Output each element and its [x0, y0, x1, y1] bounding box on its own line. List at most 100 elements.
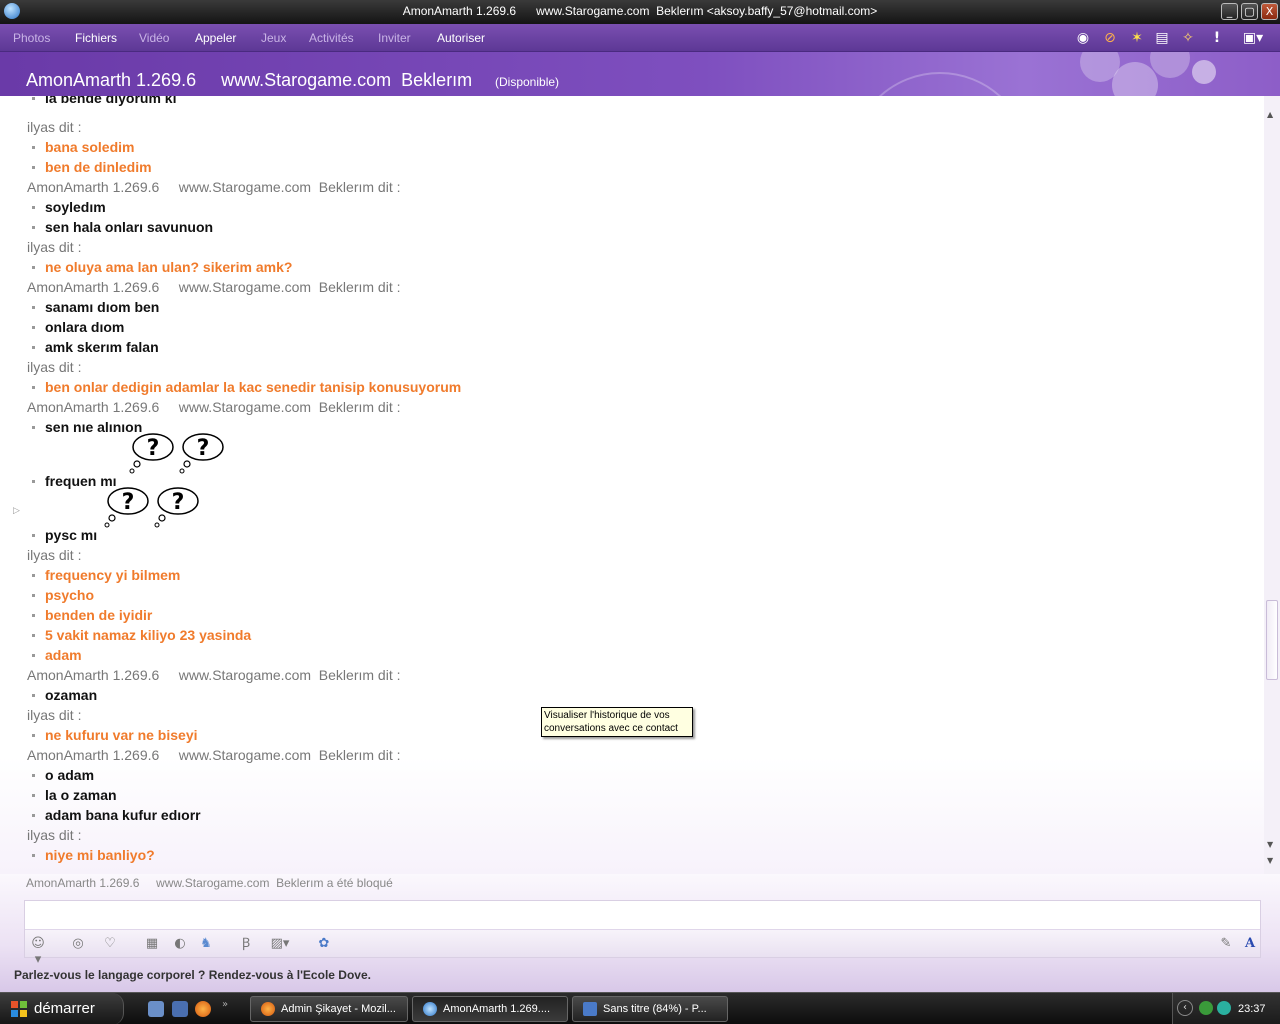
- message-line: la bende dıyorum kı: [32, 96, 176, 110]
- emoticon-icon[interactable]: ☺▾: [29, 936, 47, 967]
- sender-line: ilyas dit :: [27, 119, 81, 139]
- document-icon[interactable]: ▤: [1153, 29, 1171, 47]
- show-desktop-icon[interactable]: [148, 1001, 164, 1017]
- pen-icon[interactable]: ✎: [1217, 936, 1235, 952]
- messenger-tray-icon[interactable]: [1199, 1001, 1213, 1015]
- expand-arrow-icon[interactable]: ▷: [13, 506, 20, 516]
- scroll-down-icon[interactable]: ▼: [1267, 840, 1273, 849]
- menu-jeux[interactable]: Jeux: [261, 31, 286, 45]
- menu-appeler[interactable]: Appeler: [195, 31, 236, 45]
- message-line: ne kufuru var ne biseyi: [32, 727, 198, 747]
- tray-expand-icon[interactable]: ‹: [1177, 1000, 1193, 1016]
- menu-activites[interactable]: Activités: [309, 31, 354, 45]
- message-line: ne oluya ama lan ulan? sikerim amk?: [32, 259, 293, 279]
- sender-line: AmonAmarth 1.269.6 www.Starogame.com Bek…: [27, 747, 400, 767]
- handwriting-icon[interactable]: ▨▾: [265, 936, 295, 952]
- message-line: sanamı dıom ben: [32, 299, 160, 319]
- firefox-icon[interactable]: [195, 1001, 211, 1017]
- title-bar[interactable]: AmonAmarth 1.269.6 www.Starogame.com Bek…: [0, 0, 1280, 24]
- chat-history[interactable]: la bende dıyorum kı ilyas dit : bana soled…: [0, 96, 1264, 874]
- font-icon[interactable]: Ꞵ: [237, 936, 255, 952]
- message-text: ilyas dit :: [27, 827, 82, 843]
- message-text: soyledım: [45, 199, 106, 215]
- message-text: o adam: [45, 767, 95, 783]
- message-line: ben onlar dedigin adamlar la kac senedir…: [32, 379, 461, 399]
- history-icon[interactable]: ✿: [315, 936, 333, 952]
- sender-line: AmonAmarth 1.269.6 www.Starogame.com Bek…: [27, 399, 400, 419]
- bullet-icon: [32, 206, 35, 209]
- sender-line: AmonAmarth 1.269.6 www.Starogame.com Bek…: [27, 179, 400, 199]
- sender-line: ilyas dit :: [27, 827, 81, 847]
- message-text: adam bana kufur edıorr: [45, 807, 201, 823]
- wink-icon[interactable]: ♡: [101, 936, 119, 952]
- scroll-thumb[interactable]: [1266, 600, 1278, 680]
- bullet-icon: [32, 814, 35, 817]
- explorer-icon[interactable]: [172, 1001, 188, 1017]
- message-text: ilyas dit :: [27, 359, 82, 375]
- scroll-up-icon[interactable]: ▲: [1267, 110, 1273, 119]
- taskbar-button-firefox[interactable]: Admin Şikayet - Mozil...: [250, 996, 408, 1022]
- webcam-icon[interactable]: ◉: [1074, 29, 1092, 47]
- input-toolbar: ☺▾ ◎ ♡ ▦ ◐ ♞ Ꞵ ▨▾ ✿ ✎ A: [25, 929, 1260, 967]
- nudge-icon[interactable]: ✧: [1179, 29, 1197, 47]
- thinking-emoticon-icon: ?: [179, 431, 225, 477]
- voice-clip-icon[interactable]: ◎: [69, 936, 87, 952]
- wink-icon[interactable]: ✶: [1128, 29, 1146, 47]
- message-text: AmonAmarth 1.269.6 www.Starogame.com Bek…: [27, 279, 401, 295]
- taskbar-button-messenger[interactable]: AmonAmarth 1.269....: [412, 996, 568, 1022]
- start-button[interactable]: démarrer: [0, 993, 124, 1024]
- minimize-button[interactable]: _: [1221, 3, 1238, 20]
- sender-line: AmonAmarth 1.269.6 www.Starogame.com Bek…: [27, 279, 400, 299]
- message-text: sanamı dıom ben: [45, 299, 160, 315]
- menu-photos[interactable]: Photos: [13, 31, 50, 45]
- sender-line: ilyas dit :: [27, 239, 81, 259]
- taskbar-button-label: AmonAmarth 1.269....: [443, 1003, 550, 1015]
- bullet-icon: [32, 426, 35, 429]
- network-tray-icon[interactable]: [1217, 1001, 1231, 1015]
- message-text: ilyas dit :: [27, 547, 82, 563]
- menu-fichiers[interactable]: Fichiers: [75, 31, 117, 45]
- message-line: ben de dinledim: [32, 159, 152, 179]
- background-icon[interactable]: ▦: [143, 936, 161, 952]
- alert-icon[interactable]: !: [1208, 29, 1226, 47]
- thinking-emoticon-icon: ?: [129, 431, 175, 477]
- message-text: pysc mı: [45, 527, 98, 543]
- message-text: 5 vakit namaz kiliyo 23 yasinda: [45, 627, 252, 643]
- close-button[interactable]: X: [1261, 3, 1278, 20]
- sender-line: ilyas dit :: [27, 707, 81, 727]
- history-tooltip: Visualiser l'historique de vos conversat…: [541, 707, 693, 737]
- message-line: la o zaman: [32, 787, 117, 807]
- message-text: ne oluya ama lan ulan? sikerim amk?: [45, 259, 293, 275]
- message-line: psycho: [32, 587, 94, 607]
- ad-banner[interactable]: Parlez-vous le langage corporel ? Rendez…: [14, 968, 371, 982]
- maximize-button[interactable]: ▢: [1241, 3, 1258, 20]
- message-text: onlara dıom: [45, 319, 125, 335]
- bullet-icon: [32, 480, 35, 483]
- contact-name[interactable]: AmonAmarth 1.269.6 www.Starogame.com Bek…: [26, 70, 472, 91]
- block-icon[interactable]: ⊘: [1101, 29, 1119, 47]
- menu-autoriser[interactable]: Autoriser: [437, 31, 485, 45]
- text-format-icon[interactable]: A: [1241, 936, 1259, 952]
- more-quicklaunch-icon[interactable]: »: [222, 999, 228, 1010]
- gift-icon[interactable]: ◐: [171, 936, 189, 952]
- sender-line: ilyas dit :: [27, 359, 81, 379]
- scroll-end-icon[interactable]: ▼: [1267, 856, 1273, 865]
- message-line: amk skerım falan: [32, 339, 159, 359]
- message-text: ne kufuru var ne biseyi: [45, 727, 198, 743]
- menu-video[interactable]: Vidéo: [139, 31, 169, 45]
- firefox-icon: [261, 1002, 275, 1016]
- message-input[interactable]: ☺▾ ◎ ♡ ▦ ◐ ♞ Ꞵ ▨▾ ✿ ✎ A: [24, 900, 1261, 967]
- game-icon[interactable]: ♞: [197, 936, 215, 952]
- contact-status: (Disponible): [495, 75, 560, 89]
- taskbar-button-paint[interactable]: Sans titre (84%) - P...: [572, 996, 728, 1022]
- menu-inviter[interactable]: Inviter: [378, 31, 411, 45]
- svg-text:?: ?: [122, 490, 135, 515]
- chat-scrollbar[interactable]: ▲ ▼ ▼: [1264, 96, 1280, 874]
- menu-icon[interactable]: ▣▾: [1238, 29, 1268, 47]
- tooltip-line-1: Visualiser l'historique de vos: [544, 710, 670, 721]
- messenger-icon: [423, 1002, 437, 1016]
- message-text: la o zaman: [45, 787, 117, 803]
- svg-text:?: ?: [197, 436, 210, 461]
- message-text: amk skerım falan: [45, 339, 159, 355]
- windows-logo-icon: [11, 1001, 27, 1017]
